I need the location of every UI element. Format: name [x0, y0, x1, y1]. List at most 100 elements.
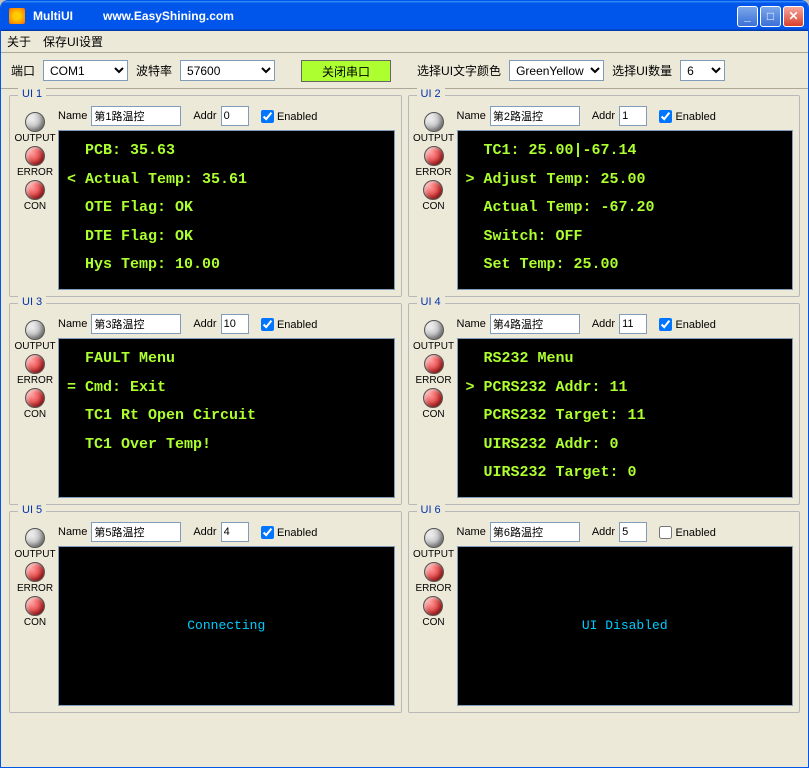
enabled-checkbox[interactable] [261, 318, 274, 331]
enabled-label: Enabled [277, 111, 317, 123]
addr-input[interactable] [221, 522, 249, 542]
error-led-label: ERROR [415, 583, 451, 594]
output-led [25, 528, 45, 548]
led-column: OUTPUT ERROR CON [16, 112, 54, 290]
con-led-label: CON [422, 409, 444, 420]
panel-header: NameAddr Enabled [58, 314, 395, 334]
con-led [423, 596, 443, 616]
port-select[interactable]: COM1 [43, 60, 128, 81]
name-label: Name [457, 526, 486, 538]
name-input[interactable] [91, 314, 181, 334]
addr-label: Addr [592, 318, 615, 330]
output-led-label: OUTPUT [413, 133, 454, 144]
panel-header: Name Addr Enabled [457, 522, 794, 542]
led-group-error: ERROR [17, 354, 53, 386]
panel-title: UI 1 [18, 88, 46, 100]
close-button[interactable]: ✕ [783, 6, 804, 27]
enabled-checkbox[interactable] [659, 526, 672, 539]
error-led [424, 562, 444, 582]
led-group-con: CON [422, 180, 444, 212]
window-url: www.EasyShining.com [103, 9, 234, 23]
close-port-button[interactable]: 关闭串口 [301, 60, 391, 82]
output-led-label: OUTPUT [413, 549, 454, 560]
color-label: 选择UI文字颜色 [417, 62, 501, 79]
toolbar: 端口 COM1 波特率 57600 关闭串口 选择UI文字颜色 GreenYel… [1, 53, 808, 89]
led-group-error: ERROR [415, 146, 451, 178]
addr-label: Addr [193, 110, 216, 122]
ui-panel-4: UI 4NameAddr EnabledOUTPUTERRORCON RS232… [408, 303, 801, 505]
error-led [424, 354, 444, 374]
con-led [25, 388, 45, 408]
terminal: UI Disabled [457, 546, 794, 706]
output-led-label: OUTPUT [14, 133, 55, 144]
name-input[interactable] [490, 522, 580, 542]
error-led-label: ERROR [17, 583, 53, 594]
addr-label: Addr [193, 526, 216, 538]
name-label: Name [58, 318, 87, 330]
panel-header: NameAddr Enabled [457, 106, 794, 126]
output-led-label: OUTPUT [413, 341, 454, 352]
panel-body: OUTPUTERRORCON FAULT Menu = Cmd: Exit TC… [16, 338, 395, 498]
led-group-con: CON [422, 596, 444, 628]
menu-save[interactable]: 保存UI设置 [43, 33, 103, 50]
name-label: Name [457, 110, 486, 122]
led-group-con: CON [422, 388, 444, 420]
con-led-label: CON [24, 409, 46, 420]
enabled-label: Enabled [675, 319, 715, 331]
terminal: PCB: 35.63 < Actual Temp: 35.61 OTE Flag… [58, 130, 395, 290]
color-select[interactable]: GreenYellow [509, 60, 604, 81]
terminal: Connecting [58, 546, 395, 706]
addr-input[interactable] [619, 106, 647, 126]
led-group-con: CON [24, 180, 46, 212]
led-group-con: CON [24, 596, 46, 628]
menu-about[interactable]: 关于 [7, 33, 31, 50]
maximize-button[interactable]: □ [760, 6, 781, 27]
enabled-checkbox[interactable] [261, 110, 274, 123]
led-group-output: OUTPUT [14, 112, 55, 144]
led-group-con: CON [24, 388, 46, 420]
enabled-checkbox[interactable] [261, 526, 274, 539]
con-led-label: CON [24, 201, 46, 212]
addr-label: Addr [592, 526, 615, 538]
addr-input[interactable] [221, 314, 249, 334]
led-column: OUTPUT ERROR CON [415, 112, 453, 290]
output-led [424, 320, 444, 340]
panel-header: Name Addr Enabled [457, 314, 794, 334]
enabled-checkbox[interactable] [659, 318, 672, 331]
output-led [25, 112, 45, 132]
count-select[interactable]: 6 [680, 60, 725, 81]
minimize-button[interactable]: _ [737, 6, 758, 27]
panel-header: NameAddr Enabled [58, 522, 395, 542]
error-led [25, 146, 45, 166]
con-led-label: CON [422, 201, 444, 212]
baud-label: 波特率 [136, 62, 172, 79]
led-group-output: OUTPUT [413, 528, 454, 560]
app-icon [9, 8, 25, 24]
error-led-label: ERROR [415, 375, 451, 386]
con-led [423, 180, 443, 200]
con-led-label: CON [24, 617, 46, 628]
terminal: FAULT Menu = Cmd: Exit TC1 Rt Open Circu… [58, 338, 395, 498]
con-led [423, 388, 443, 408]
menubar: 关于 保存UI设置 [1, 31, 808, 53]
name-input[interactable] [91, 106, 181, 126]
enabled-checkbox[interactable] [659, 110, 672, 123]
name-input[interactable] [91, 522, 181, 542]
addr-input[interactable] [221, 106, 249, 126]
error-led-label: ERROR [17, 167, 53, 178]
name-input[interactable] [490, 314, 580, 334]
panel-title: UI 5 [18, 504, 46, 516]
enabled-label: Enabled [675, 111, 715, 123]
led-group-output: OUTPUT [14, 320, 55, 352]
addr-label: Addr [193, 318, 216, 330]
baud-select[interactable]: 57600 [180, 60, 275, 81]
con-led-label: CON [422, 617, 444, 628]
name-label: Name [457, 318, 486, 330]
enabled-label: Enabled [675, 527, 715, 539]
output-led [424, 112, 444, 132]
addr-input[interactable] [619, 522, 647, 542]
error-led-label: ERROR [17, 375, 53, 386]
addr-input[interactable] [619, 314, 647, 334]
output-led-label: OUTPUT [14, 549, 55, 560]
name-input[interactable] [490, 106, 580, 126]
